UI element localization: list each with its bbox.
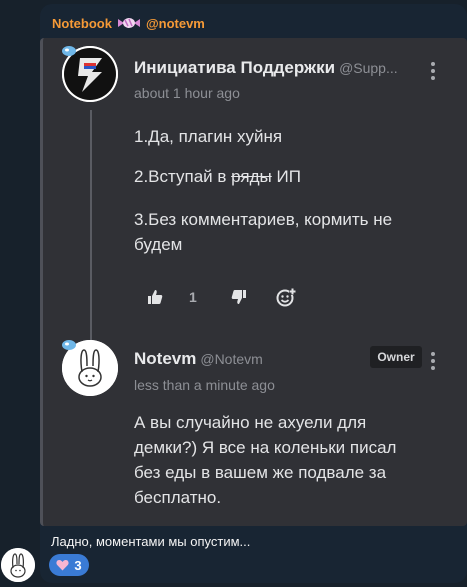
strikethrough-text: ряды [231,167,272,186]
comment-line: бесплатно. [134,488,222,507]
comment-line: А вы случайно не ахуели для [134,413,367,432]
comment-body: 1.Да, плагин хуйня [134,124,282,149]
comment-line: без еды в вашем же подвале за [134,463,387,482]
comment-line: демки?) Я все на коленьки писал [134,438,397,457]
sender-avatar[interactable] [1,548,35,582]
thumbs-up-icon[interactable] [147,289,163,305]
candy-icon [117,16,140,30]
candy-icon [62,46,76,56]
comment-line: 3.Без комментариев, кормить не [134,210,393,229]
more-options-icon[interactable] [429,352,437,370]
more-options-icon[interactable] [429,62,437,80]
channel-name[interactable]: Notebook [52,16,112,31]
timestamp: less than a minute ago [134,377,275,393]
comment-actions: 1 [147,286,296,308]
thread-line [90,110,92,345]
comment-line: ИП [271,167,301,186]
like-count: 1 [189,289,197,305]
author-handle: @Notevm [200,351,263,367]
thumbs-down-icon[interactable] [231,289,247,305]
add-reaction-icon[interactable] [276,287,296,307]
author-name[interactable]: Инициатива Поддержки @Supp... [134,58,398,78]
author-tag[interactable]: @notevm [146,16,205,31]
author-name[interactable]: Notevm @Notevm [134,349,263,369]
comment-line: 1.Да, плагин хуйня [134,127,283,146]
comment-body: 3.Без комментариев, кормить не будем [134,207,392,257]
message-header: Notebook @notevm [52,14,205,32]
author-handle: @Supp... [339,60,398,76]
comment-line: 2.Вступай в [134,167,232,186]
candy-icon [62,340,76,350]
reaction-chip[interactable]: 3 [49,554,89,576]
message-bubble[interactable]: Notebook @notevm Инициатива Поддержки @S… [40,4,467,583]
comment-body: А вы случайно не ахуели для демки?) Я вс… [134,410,396,510]
message-caption: Ладно, моментами мы опустим... [51,534,251,549]
comment-body: 2.Вступай в ряды ИП [134,164,301,189]
comment-card: Инициатива Поддержки @Supp... about 1 hou… [40,38,467,526]
owner-badge: Owner [370,346,422,368]
comment-line: будем [134,235,183,254]
reaction-count: 3 [74,557,82,573]
heart-icon [56,560,69,571]
timestamp: about 1 hour ago [134,85,240,101]
